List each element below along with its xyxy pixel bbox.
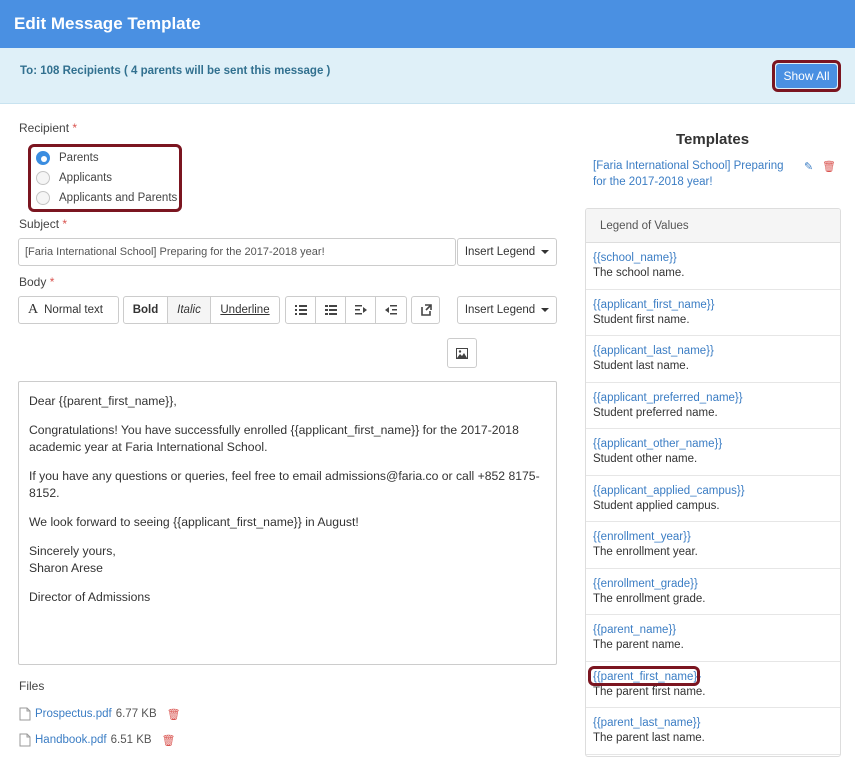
caret-down-icon bbox=[541, 250, 550, 254]
file-icon bbox=[19, 707, 31, 721]
outdent-svg bbox=[354, 305, 367, 315]
subject-insert-legend-button[interactable]: Insert Legend bbox=[457, 238, 557, 266]
text-format-group: Bold Italic Underline bbox=[123, 296, 280, 324]
file-link[interactable]: Prospectus.pdf bbox=[35, 708, 112, 720]
legend-key-highlight bbox=[588, 665, 700, 686]
legend-item: {{parent_name}} The parent name. bbox=[586, 615, 840, 662]
legend-desc: The school name. bbox=[593, 267, 685, 279]
font-icon: A bbox=[28, 302, 39, 317]
legend-desc: Student first name. bbox=[593, 313, 690, 326]
legend-key[interactable]: {{applicant_first_name}} bbox=[593, 297, 840, 313]
file-size: 6.51 KB bbox=[110, 734, 152, 746]
recipients-summary: To: 108 Recipients ( 4 parents will be s… bbox=[20, 65, 331, 77]
legend-key[interactable]: {{enrollment_year}} bbox=[593, 529, 840, 545]
editor-paragraph: If you have any questions or queries, fe… bbox=[29, 469, 540, 500]
file-size: 6.77 KB bbox=[115, 708, 157, 720]
recipients-banner: To: 108 Recipients ( 4 parents will be s… bbox=[0, 48, 855, 104]
editor-paragraph: We look forward to seeing {{applicant_fi… bbox=[29, 515, 359, 529]
numbered-list-svg bbox=[324, 305, 337, 315]
show-all-highlight: Show All bbox=[772, 60, 841, 92]
trash-icon[interactable]: 🗑 bbox=[162, 734, 176, 747]
legend-desc: Student other name. bbox=[593, 453, 698, 465]
legend-title: Legend of Values bbox=[586, 209, 840, 243]
legend-key[interactable]: {{applicant_applied_campus}} bbox=[593, 483, 840, 499]
editor-paragraph: Dear {{parent_first_name}}, bbox=[29, 394, 177, 408]
redo-svg bbox=[420, 304, 432, 316]
file-link[interactable]: Handbook.pdf bbox=[35, 734, 107, 746]
modal-header: Edit Message Template bbox=[0, 0, 855, 48]
radio-unselected-icon[interactable] bbox=[36, 191, 50, 205]
numbered-list-icon[interactable] bbox=[316, 297, 346, 323]
legend-desc: The parent first name. bbox=[593, 685, 706, 698]
italic-button[interactable]: Italic bbox=[168, 297, 211, 323]
subject-label: Subject * bbox=[19, 217, 68, 231]
template-link[interactable]: [Faria International School] Preparing f… bbox=[593, 158, 798, 190]
editor-line: Sincerely yours, bbox=[29, 544, 116, 558]
bullet-list-svg bbox=[294, 305, 307, 315]
legend-desc: The parent last name. bbox=[593, 732, 705, 744]
editor-line: Sharon Arese bbox=[29, 561, 103, 575]
legend-panel: Legend of Values {{school_name}} The scho… bbox=[585, 208, 841, 757]
redo-icon[interactable] bbox=[411, 296, 440, 324]
indent-icon[interactable] bbox=[376, 297, 406, 323]
legend-desc: Student applied campus. bbox=[593, 499, 720, 512]
image-svg bbox=[456, 347, 468, 359]
legend-key[interactable]: {{applicant_last_name}} bbox=[593, 343, 840, 359]
legend-desc: The parent name. bbox=[593, 639, 684, 651]
legend-key[interactable]: {{enrollment_grade}} bbox=[593, 576, 840, 592]
body-label: Body * bbox=[19, 275, 55, 289]
outdent-icon[interactable] bbox=[346, 297, 376, 323]
legend-key[interactable]: {{parent_name}} bbox=[593, 622, 840, 638]
radio-applicants-and-parents[interactable]: Applicants and Parents bbox=[36, 191, 177, 205]
list-format-group bbox=[285, 296, 407, 324]
legend-item: {{enrollment_year}} The enrollment year. bbox=[586, 522, 840, 569]
legend-item: {{applicant_last_name}} Student last name… bbox=[586, 336, 840, 383]
legend-item: {{applicant_preferred_name}} Student pref… bbox=[586, 383, 840, 429]
underline-button[interactable]: Underline bbox=[211, 297, 279, 323]
radio-parents[interactable]: Parents bbox=[36, 151, 99, 165]
recipient-label: Recipient * bbox=[19, 121, 78, 135]
legend-key[interactable]: {{applicant_preferred_name}} bbox=[593, 390, 840, 406]
image-icon[interactable] bbox=[447, 338, 477, 368]
legend-item-highlighted: {{parent_first_name}} The parent first na… bbox=[586, 662, 840, 708]
font-style-dropdown[interactable]: A Normal text bbox=[18, 296, 119, 324]
legend-item: {{parent_last_name}} The parent last name… bbox=[586, 708, 840, 755]
file-item: Prospectus.pdf 6.77 KB 🗑 bbox=[19, 707, 181, 721]
bold-button[interactable]: Bold bbox=[124, 297, 168, 323]
legend-item: {{enrollment_grade}} The enrollment grade… bbox=[586, 569, 840, 615]
trash-icon[interactable]: 🗑 bbox=[822, 160, 836, 173]
legend-item: {{applicant_other_name}} Student other na… bbox=[586, 429, 840, 476]
indent-svg bbox=[385, 305, 397, 315]
templates-title: Templates bbox=[676, 131, 750, 148]
radio-selected-icon[interactable] bbox=[36, 151, 50, 165]
legend-desc: The enrollment grade. bbox=[593, 592, 706, 605]
show-all-button[interactable]: Show All bbox=[776, 64, 837, 88]
radio-unselected-icon[interactable] bbox=[36, 171, 50, 185]
legend-key[interactable]: {{parent_last_name}} bbox=[593, 715, 840, 731]
caret-down-icon bbox=[541, 308, 550, 312]
legend-key[interactable]: {{applicant_other_name}} bbox=[593, 436, 840, 452]
bullet-list-icon[interactable] bbox=[286, 297, 316, 323]
legend-desc: Student preferred name. bbox=[593, 406, 718, 419]
files-label: Files bbox=[19, 679, 45, 693]
radio-applicants[interactable]: Applicants bbox=[36, 171, 112, 185]
legend-desc: Student last name. bbox=[593, 360, 689, 372]
legend-item: {{applicant_applied_campus}} Student appl… bbox=[586, 476, 840, 522]
trash-icon[interactable]: 🗑 bbox=[167, 708, 181, 721]
subject-input[interactable]: [Faria International School] Preparing f… bbox=[18, 238, 456, 266]
body-insert-legend-button[interactable]: Insert Legend bbox=[457, 296, 557, 324]
file-item: Handbook.pdf 6.51 KB 🗑 bbox=[19, 733, 176, 747]
legend-item: {{applicant_first_name}} Student first na… bbox=[586, 290, 840, 336]
edit-icon[interactable]: ✎ bbox=[804, 160, 813, 173]
legend-item: {{school_name}} The school name. bbox=[586, 243, 840, 290]
editor-line: Director of Admissions bbox=[29, 590, 151, 604]
file-icon bbox=[19, 733, 31, 747]
font-style-select[interactable]: A Normal text bbox=[19, 297, 118, 323]
body-editor[interactable]: Dear {{parent_first_name}}, Congratulati… bbox=[18, 381, 557, 665]
editor-paragraph: Congratulations! You have successfully e… bbox=[29, 423, 519, 454]
legend-desc: The enrollment year. bbox=[593, 546, 698, 558]
modal-title: Edit Message Template bbox=[14, 14, 201, 33]
legend-key[interactable]: {{school_name}} bbox=[593, 250, 840, 266]
